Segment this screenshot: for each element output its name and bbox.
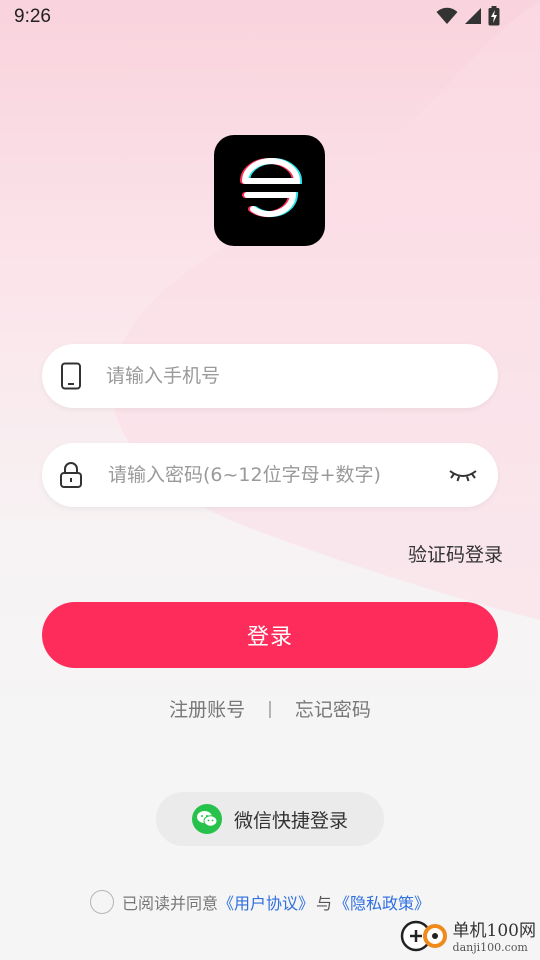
phone-field[interactable] <box>42 344 498 408</box>
watermark: 单机100网 danji100.com <box>399 918 536 958</box>
phone-input[interactable] <box>106 344 498 408</box>
watermark-subtitle: danji100.com <box>452 941 528 954</box>
sms-login-link[interactable]: 验证码登录 <box>408 540 503 567</box>
app-logo <box>214 135 325 246</box>
battery-charging-icon <box>488 6 500 30</box>
login-button[interactable]: 登录 <box>42 602 498 668</box>
privacy-policy-link[interactable]: 《隐私政策》 <box>334 890 430 914</box>
link-separator: | <box>267 698 273 719</box>
account-links: 注册账号 | 忘记密码 <box>0 695 540 722</box>
wifi-icon <box>436 7 458 29</box>
password-field[interactable] <box>42 443 498 507</box>
forgot-password-link[interactable]: 忘记密码 <box>295 695 371 722</box>
phone-icon <box>58 361 84 391</box>
status-icons <box>436 6 500 30</box>
app-logo-icon <box>231 157 309 225</box>
user-agreement-link[interactable]: 《用户协议》 <box>218 890 314 914</box>
status-time: 9:26 <box>14 6 51 27</box>
lock-icon <box>58 460 84 490</box>
watermark-title: 单机100网 <box>452 921 536 941</box>
agreement-row: 已阅读并同意 《用户协议》 与 《隐私政策》 <box>90 890 430 914</box>
watermark-logo-icon <box>399 918 449 958</box>
cellular-signal-icon <box>464 7 482 29</box>
password-input[interactable] <box>108 443 446 507</box>
wechat-icon <box>191 804 222 834</box>
wechat-login-label: 微信快捷登录 <box>233 809 348 832</box>
agreement-conjunction: 与 <box>316 894 333 913</box>
register-link[interactable]: 注册账号 <box>169 695 245 722</box>
agreement-checkbox[interactable] <box>90 890 114 914</box>
wechat-login-button[interactable]: 微信快捷登录 <box>156 792 384 846</box>
agreement-prefix: 已阅读并同意 <box>122 894 219 913</box>
eye-closed-icon[interactable] <box>446 463 480 487</box>
